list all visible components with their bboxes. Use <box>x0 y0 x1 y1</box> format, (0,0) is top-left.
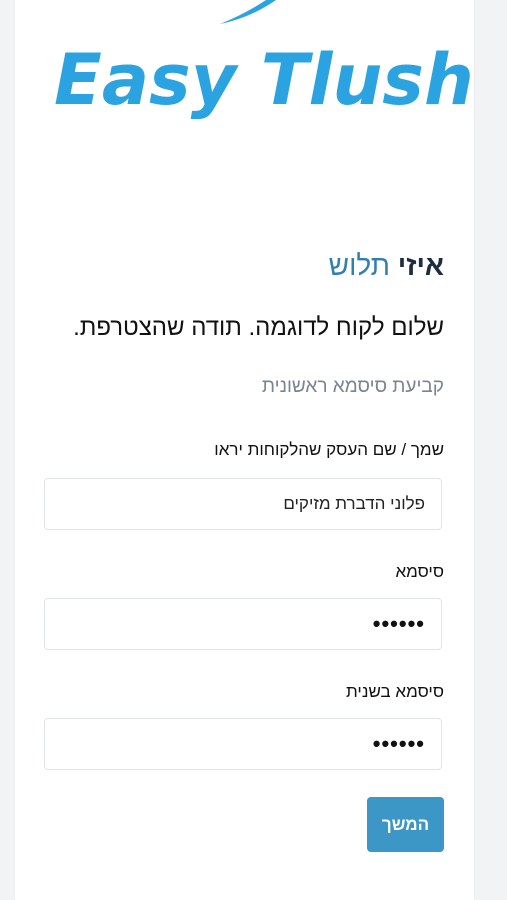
brand-title-light: תלוש <box>328 250 390 281</box>
easy-tlush-logo: Easy Tlush <box>30 0 474 150</box>
password-confirm-label: סיסמא בשנית <box>346 682 444 701</box>
page-subtitle: קביעת סיסמא ראשונית <box>261 376 444 397</box>
business-name-input[interactable] <box>44 478 442 530</box>
business-name-label: שמך / שם העסק שהלקוחות יראו <box>214 440 444 459</box>
password-input[interactable]: •••••• <box>44 598 442 650</box>
password-confirm-input[interactable]: •••••• <box>44 718 442 770</box>
logo-wordmark: Easy Tlush <box>54 39 474 121</box>
password-label: סיסמא <box>395 562 444 581</box>
brand-title-bold: איזי <box>397 250 444 281</box>
brand-title: איזי תלוש <box>30 248 444 284</box>
greeting-text: שלום לקוח לדוגמה. תודה שהצטרפת. <box>73 314 444 341</box>
continue-button[interactable]: המשך <box>367 797 444 852</box>
